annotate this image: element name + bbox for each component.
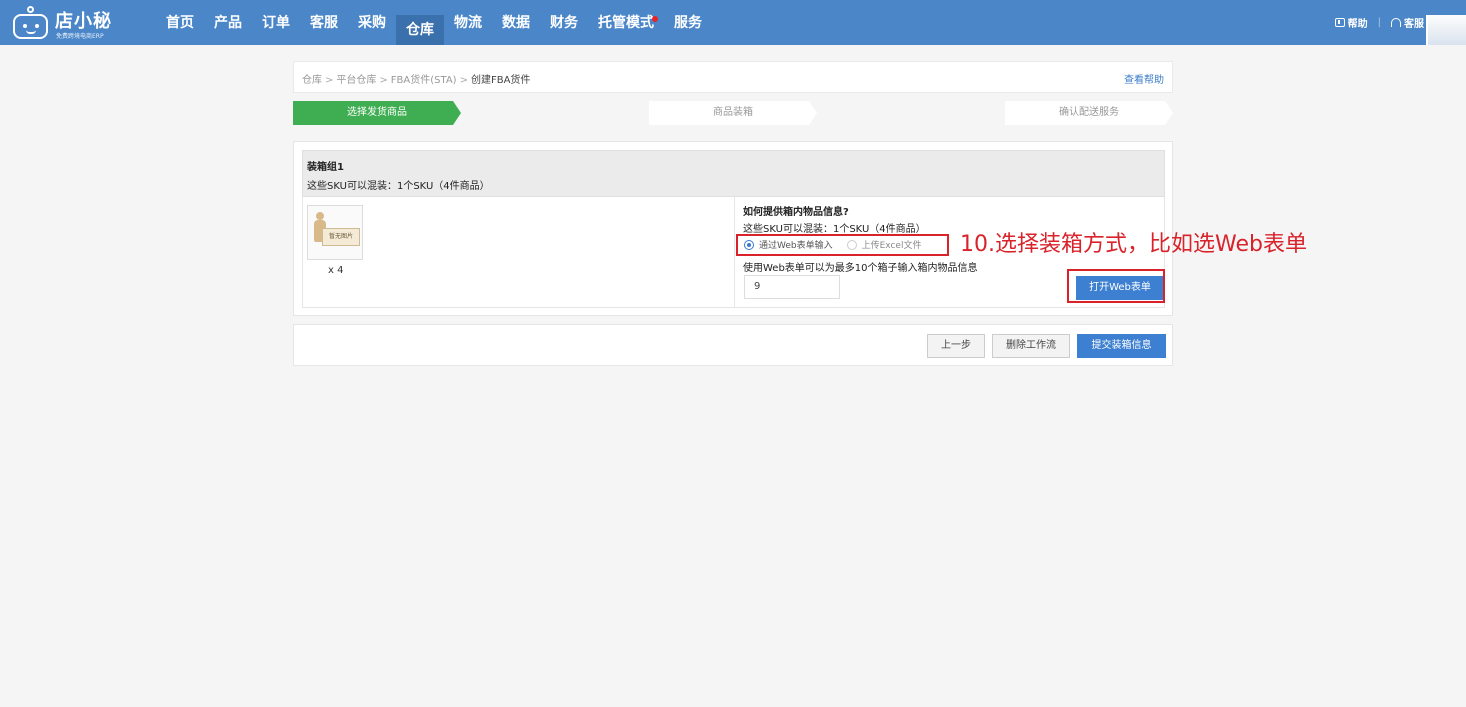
main-nav: 首页 产品 订单 客服 采购 仓库 物流 数据 财务 托管模式 服务 [156, 0, 712, 45]
no-image-sign: 暂无图片 [322, 228, 360, 246]
breadcrumb-item[interactable]: 平台仓库 [336, 75, 376, 86]
avatar[interactable] [1426, 15, 1466, 45]
top-navbar: 店小秘 免费跨境电商ERP 首页 产品 订单 客服 采购 仓库 物流 数据 财务… [0, 0, 1466, 45]
highlight-box-button [1067, 269, 1165, 303]
nav-item-finance[interactable]: 财务 [540, 0, 588, 45]
breadcrumb-bar: 仓库 > 平台仓库 > FBA货件(STA) > 创建FBA货件 查看帮助 [293, 61, 1173, 93]
headset-icon [1391, 18, 1401, 27]
help-book-icon [1334, 18, 1345, 27]
logo-subtitle: 免费跨境电商ERP [56, 33, 104, 40]
action-bar: 上一步 删除工作流 提交装箱信息 [293, 324, 1173, 366]
service-link[interactable]: 客服 [1391, 15, 1424, 30]
annotation-text: 10.选择装箱方式，比如选Web表单 [960, 232, 1307, 257]
packing-group-desc: 这些SKU可以混装：1个SKU（4件商品） [307, 181, 490, 192]
breadcrumb: 仓库 > 平台仓库 > FBA货件(STA) > 创建FBA货件 [302, 71, 530, 86]
help-link-label: 帮助 [1347, 19, 1368, 30]
packing-group-header: 装箱组1 这些SKU可以混装：1个SKU（4件商品） [302, 150, 1165, 197]
view-help-link[interactable]: 查看帮助 [1124, 71, 1164, 86]
step-confirm-delivery: 确认配送服务 [1005, 101, 1173, 125]
logo-name: 店小秘 [55, 11, 112, 32]
delete-workflow-button[interactable]: 删除工作流 [992, 334, 1070, 358]
box-info-question: 如何提供箱内物品信息? [743, 207, 849, 218]
breadcrumb-current: 创建FBA货件 [470, 75, 531, 86]
app-logo[interactable]: 店小秘 免费跨境电商ERP [12, 4, 112, 42]
highlight-box-radio [736, 234, 949, 256]
nav-item-data[interactable]: 数据 [492, 0, 540, 45]
box-count-input[interactable]: 9 [744, 275, 840, 299]
chevron-right-icon: > [379, 75, 388, 86]
submit-packing-button[interactable]: 提交装箱信息 [1077, 334, 1166, 358]
figure-head [316, 212, 324, 220]
nav-item-hosting-mode-label: 托管模式 [598, 15, 654, 31]
nav-item-home[interactable]: 首页 [156, 0, 204, 45]
nav-item-hosting-mode[interactable]: 托管模式 [588, 0, 664, 45]
step-select-goods: 选择发货商品 [293, 101, 461, 125]
chevron-right-icon: > [325, 75, 334, 86]
nav-item-logistics[interactable]: 物流 [444, 0, 492, 45]
top-right-links: 帮助 | 客服 [1334, 0, 1424, 45]
nav-item-services[interactable]: 服务 [664, 0, 712, 45]
product-thumbnail: 暂无图片 [307, 205, 363, 260]
breadcrumb-item[interactable]: FBA货件(STA) [391, 75, 457, 86]
notification-dot [652, 16, 658, 22]
nav-item-customer-service[interactable]: 客服 [300, 0, 348, 45]
nav-item-warehouse[interactable]: 仓库 [396, 15, 444, 45]
service-link-label: 客服 [1404, 19, 1424, 30]
product-list: 暂无图片 x 4 [303, 197, 735, 307]
step-packing: 商品装箱 [649, 101, 817, 125]
divider: | [1377, 17, 1381, 28]
product-quantity: x 4 [328, 265, 344, 276]
packing-group-title: 装箱组1 [307, 162, 344, 173]
help-link[interactable]: 帮助 [1334, 15, 1368, 30]
breadcrumb-item[interactable]: 仓库 [302, 75, 322, 86]
step-indicator: 选择发货商品 商品装箱 确认配送服务 [293, 101, 1173, 125]
nav-item-products[interactable]: 产品 [204, 0, 252, 45]
box-info-desc: 这些SKU可以混装：1个SKU（4件商品） [743, 224, 926, 235]
web-form-desc: 使用Web表单可以为最多10个箱子输入箱内物品信息 [743, 263, 978, 274]
nav-item-orders[interactable]: 订单 [252, 0, 300, 45]
nav-item-purchasing[interactable]: 采购 [348, 0, 396, 45]
robot-logo-icon [12, 6, 49, 40]
previous-step-button[interactable]: 上一步 [927, 334, 985, 358]
chevron-right-icon: > [459, 75, 468, 86]
